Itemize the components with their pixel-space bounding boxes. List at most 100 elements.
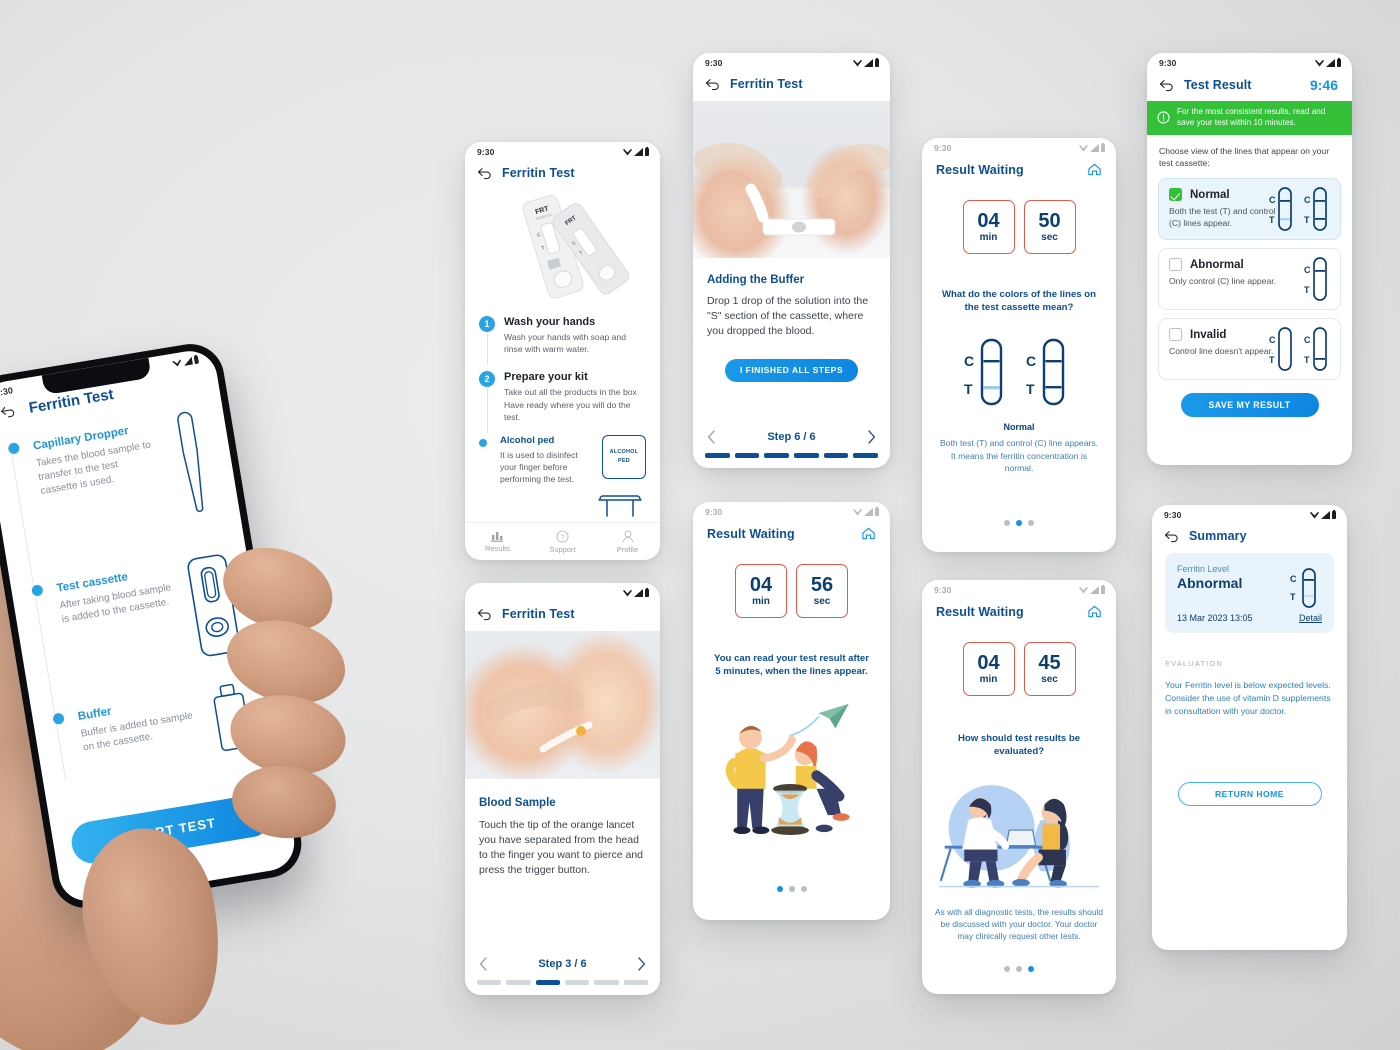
back-arrow-icon[interactable] — [0, 404, 16, 419]
home-icon[interactable] — [1087, 162, 1102, 177]
carousel-dot[interactable] — [800, 886, 807, 892]
step-nav-row: Step 3 / 6 — [477, 951, 648, 980]
carousel-dot[interactable] — [1016, 966, 1022, 972]
status-bar: 9:30 — [693, 502, 890, 522]
step-indicator-label: Step 6 / 6 — [767, 431, 816, 443]
progress-bars — [705, 453, 879, 458]
progress-bars — [477, 980, 648, 985]
svg-text:C: C — [1304, 265, 1311, 275]
timer-minutes-box: 04 min — [735, 564, 787, 618]
section-heading: Blood Sample — [479, 797, 556, 809]
screen-blood-sample: 9:30 Ferritin Test Blood Sample Touch th… — [465, 583, 660, 995]
status-bar: 9:30 — [922, 138, 1116, 158]
kit-product-item: Alcohol ped It is used to disinfect your… — [479, 435, 646, 486]
chevron-right-icon[interactable] — [637, 957, 646, 971]
progress-bar-segment — [853, 453, 879, 458]
result-option-abnormal[interactable]: Abnormal Only control (C) line appear. C… — [1158, 248, 1341, 311]
progress-bar-segment — [734, 453, 760, 458]
hero-item-title: Buffer — [77, 705, 113, 723]
svg-text:T: T — [1304, 285, 1310, 295]
carousel-dot[interactable] — [1004, 966, 1010, 972]
svg-text:C: C — [1269, 335, 1276, 345]
page-title: Result Waiting — [707, 526, 795, 541]
countdown-timer: 04 min 45 sec — [922, 642, 1116, 696]
waiting-question: What do the colors of the lines on the t… — [941, 289, 1097, 314]
normal-result-cassette-illustration: C T C T — [964, 339, 1065, 406]
product-title: Alcohol ped — [500, 435, 555, 447]
carousel-dot[interactable] — [788, 886, 795, 892]
signal-icon — [1090, 144, 1099, 152]
back-arrow-icon[interactable] — [477, 608, 492, 621]
kit-step: 2 Prepare your kit Take out all the prod… — [479, 371, 646, 434]
carousel-dot[interactable] — [776, 886, 783, 892]
status-icons — [1079, 584, 1105, 594]
back-arrow-icon[interactable] — [1164, 530, 1179, 543]
tab-support[interactable]: ? Support — [530, 523, 595, 560]
carousel-dot[interactable] — [1028, 966, 1034, 972]
status-icons — [853, 506, 879, 516]
checkbox-icon[interactable] — [1169, 328, 1182, 342]
checkbox-icon[interactable] — [1169, 258, 1182, 272]
summary-timestamp: 13 Mar 2023 13:05 — [1177, 613, 1253, 623]
person-icon — [622, 530, 633, 542]
carousel-dot[interactable] — [1004, 520, 1010, 526]
navbar: Summary — [1152, 525, 1347, 553]
home-icon[interactable] — [861, 526, 876, 541]
carousel-dot[interactable] — [1016, 520, 1022, 526]
return-home-button[interactable]: RETURN HOME — [1177, 782, 1322, 807]
timer-seconds-value: 56 — [810, 574, 834, 596]
result-option-invalid[interactable]: Invalid Control line doesn't appear. C T… — [1158, 318, 1341, 381]
cassette-invalid-icon: C T — [1269, 327, 1292, 372]
back-arrow-icon[interactable] — [1159, 79, 1174, 92]
status-bar: 9:30 — [1147, 53, 1352, 73]
blood-sample-photo — [465, 631, 660, 779]
hero-list-item: Capillary Dropper Takes the blood sample… — [0, 405, 241, 560]
tab-label: Profile — [616, 544, 639, 554]
back-arrow-icon[interactable] — [477, 167, 492, 180]
navbar: Result Waiting — [693, 522, 890, 551]
status-time: 9:30 — [1159, 58, 1177, 68]
status-time: 9:30 — [934, 585, 952, 595]
svg-text:T: T — [964, 381, 973, 397]
home-icon[interactable] — [1087, 604, 1102, 619]
countdown-clock: 9:46 — [1309, 77, 1338, 93]
signal-icon — [1090, 586, 1099, 594]
page-title: Ferritin Test — [502, 166, 575, 180]
back-arrow-icon[interactable] — [705, 78, 720, 91]
tab-profile[interactable]: Profile — [595, 523, 660, 560]
summary-detail-link[interactable]: Detail — [1299, 613, 1322, 623]
cassette-normal-icon: C T — [1304, 187, 1327, 232]
progress-bar-segment — [477, 980, 502, 985]
navbar: Ferritin Test — [465, 603, 660, 631]
chevron-left-icon[interactable] — [479, 957, 488, 971]
result-summary-card[interactable]: Ferritin Level Abnormal 13 Mar 2023 13:0… — [1165, 553, 1334, 633]
timeline-dot-icon — [7, 442, 21, 455]
section-body: Drop 1 drop of the solution into the "S"… — [707, 295, 869, 337]
status-time: 9:30 — [934, 143, 952, 153]
navbar: Test Result 9:46 — [1147, 73, 1352, 101]
timeline-dot-icon — [52, 712, 65, 726]
step-title: Prepare your kit — [504, 371, 588, 384]
two-people-hourglass-illustration — [725, 704, 850, 836]
dropper-cassette-illustration — [694, 142, 890, 236]
tab-results[interactable]: Results — [465, 523, 530, 560]
timer-minutes-value: 04 — [977, 652, 1000, 674]
step-number-badge: 2 — [479, 371, 495, 388]
navbar: Ferritin Test — [465, 162, 660, 190]
chevron-left-icon[interactable] — [707, 430, 716, 444]
save-result-button[interactable]: SAVE MY RESULT — [1180, 393, 1319, 418]
battery-icon — [875, 57, 879, 67]
battery-icon — [193, 355, 199, 365]
finish-steps-button[interactable]: I FINISHED ALL STEPS — [725, 358, 858, 382]
carousel-dot[interactable] — [1028, 520, 1034, 526]
blood-body: Blood Sample Touch the tip of the orange… — [465, 631, 660, 995]
section-heading: Adding the Buffer — [707, 274, 805, 286]
checkbox-checked-icon[interactable] — [1169, 188, 1182, 202]
bar-chart-icon — [491, 532, 503, 542]
chevron-right-icon[interactable] — [867, 430, 876, 444]
result-option-normal[interactable]: Normal Both the test (T) and control (C)… — [1158, 178, 1341, 241]
evaluation-label: EVALUATION — [1165, 659, 1223, 668]
timer-minutes-unit: min — [752, 596, 770, 607]
timeline-dot-icon — [479, 439, 487, 448]
svg-text:T: T — [1304, 355, 1310, 365]
